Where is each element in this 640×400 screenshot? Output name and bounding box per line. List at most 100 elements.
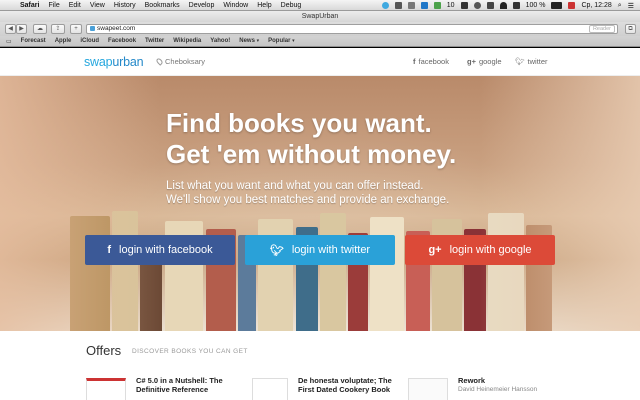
city-name: Cheboksary — [165, 57, 206, 66]
menu-history[interactable]: History — [114, 2, 136, 9]
hero-sub-line-2: We'll show you best matches and provide … — [166, 194, 450, 206]
window-title: SwapUrban — [301, 13, 339, 20]
facebook-icon: f — [413, 57, 416, 66]
site-header: swapurban Cheboksary f facebook g+ googl… — [0, 48, 640, 76]
login-facebook-button[interactable]: f login with facebook — [85, 235, 235, 265]
browser-toolbar: ◀ ▶ ☁ ⇪ + swapeet.com Reader ⧉ — [0, 22, 640, 36]
icloud-tabs-button[interactable]: ☁ — [33, 24, 47, 34]
header-google-link[interactable]: g+ google — [467, 57, 502, 66]
menu-app-safari[interactable]: Safari — [20, 2, 39, 9]
header-twitter-label: twitter — [527, 57, 548, 66]
window-title-bar: SwapUrban — [0, 11, 640, 22]
spotlight-icon[interactable]: ⌕ — [618, 2, 622, 10]
logo-part-urban: urban — [112, 55, 144, 69]
twitter-status-icon[interactable] — [381, 2, 389, 9]
offers-subtitle: DISCOVER BOOKS YOU CAN GET — [132, 348, 248, 355]
notification-counter[interactable]: 10 — [447, 2, 455, 9]
menu-view[interactable]: View — [90, 2, 105, 9]
book-author: David Heinemeier Hansson — [458, 386, 538, 393]
twitter-icon: 🐦︎ — [515, 57, 525, 66]
favorites-bar: ▭ Forecast Apple iCloud Facebook Twitter… — [0, 36, 640, 47]
wifi-icon[interactable] — [499, 2, 507, 9]
header-facebook-link[interactable]: f facebook — [413, 57, 449, 66]
favorite-icloud[interactable]: iCloud — [80, 38, 99, 44]
header-google-label: google — [478, 57, 502, 66]
header-facebook-label: facebook — [418, 57, 449, 66]
book-title[interactable]: Rework — [458, 376, 568, 385]
volume-icon[interactable] — [512, 2, 520, 9]
hero-title-line-2: Get 'em without money. — [166, 139, 457, 169]
menu-bookmarks[interactable]: Bookmarks — [145, 2, 180, 9]
header-twitter-link[interactable]: 🐦︎ twitter — [515, 57, 548, 66]
site-favicon-icon — [90, 26, 95, 31]
login-twitter-label: login with twitter — [291, 244, 371, 256]
display-icon[interactable] — [460, 2, 468, 9]
clock[interactable]: Сp, 12:28 — [581, 2, 611, 9]
bluetooth-icon[interactable] — [486, 2, 494, 9]
favorite-news[interactable]: News ▾ — [239, 38, 259, 44]
login-google-button[interactable]: g+ login with google — [405, 235, 555, 265]
favorite-forecast[interactable]: Forecast — [21, 38, 46, 44]
hero-section: Find books you want. Get 'em without mon… — [0, 76, 640, 331]
offers-title: Offers — [86, 343, 122, 358]
menu-edit[interactable]: Edit — [69, 2, 81, 9]
share-button[interactable]: ⇪ — [51, 24, 65, 34]
dropbox-icon[interactable] — [420, 2, 428, 9]
bookmarks-icon[interactable]: ▭ — [6, 38, 12, 45]
book-title[interactable]: C# 5.0 in a Nutshell: The Definitive Ref… — [136, 376, 246, 394]
status-area: 10 100 % Сp, 12:28 ⌕ ☰ — [381, 0, 634, 11]
favorite-facebook[interactable]: Facebook — [108, 38, 136, 44]
menu-file[interactable]: File — [48, 2, 59, 9]
address-bar[interactable]: swapeet.com Reader — [86, 24, 618, 34]
chevron-down-icon: ▾ — [292, 38, 295, 44]
hero-description: List what you want and what you can offe… — [166, 179, 449, 207]
menu-window[interactable]: Window — [223, 2, 248, 9]
favorite-news-label: News — [239, 38, 255, 44]
facebook-icon: f — [107, 244, 112, 256]
hero-sub-line-1: List what you want and what you can offe… — [166, 180, 424, 192]
book-cover[interactable] — [408, 378, 448, 400]
favorite-popular-label: Popular — [268, 38, 291, 44]
battery-icon[interactable] — [551, 2, 563, 9]
login-google-label: login with google — [449, 244, 532, 256]
logo-part-swap: swap — [84, 55, 113, 69]
hero-title-line-1: Find books you want. — [166, 108, 432, 138]
favorite-yahoo[interactable]: Yahoo! — [210, 38, 230, 44]
lightning-icon[interactable] — [394, 2, 402, 9]
address-text: swapeet.com — [97, 25, 136, 32]
time-machine-icon[interactable] — [473, 2, 481, 9]
chevron-down-icon: ▾ — [256, 38, 260, 44]
tag-icon[interactable] — [407, 2, 415, 9]
google-plus-icon: g+ — [467, 57, 476, 66]
forward-button[interactable]: ▶ — [16, 24, 27, 34]
location-pin-icon — [155, 57, 164, 66]
favorite-popular[interactable]: Popular ▾ — [268, 38, 295, 44]
google-plus-icon: g+ — [428, 244, 442, 256]
book-cover[interactable] — [86, 378, 126, 400]
city-selector[interactable]: Cheboksary — [155, 57, 206, 66]
site-logo[interactable]: swapurban — [84, 55, 144, 69]
favorite-wikipedia[interactable]: Wikipedia — [173, 38, 201, 44]
flag-icon[interactable] — [568, 2, 576, 9]
offers-section: Offers DISCOVER BOOKS YOU CAN GET C# 5.0… — [0, 331, 640, 400]
battery-percent[interactable]: 100 % — [526, 2, 546, 9]
notification-center-icon[interactable]: ☰ — [628, 2, 634, 10]
login-facebook-label: login with facebook — [119, 244, 213, 256]
book-cover[interactable] — [252, 378, 288, 400]
reader-button[interactable]: Reader — [588, 25, 615, 33]
web-page: swapurban Cheboksary f facebook g+ googl… — [0, 48, 640, 400]
favorite-twitter[interactable]: Twitter — [145, 38, 164, 44]
favorite-apple[interactable]: Apple — [55, 38, 72, 44]
login-twitter-button[interactable]: 🐦︎ login with twitter — [245, 235, 395, 265]
new-tab-button[interactable]: + — [70, 24, 82, 34]
book-title[interactable]: De honesta voluptate; The First Dated Co… — [298, 376, 408, 394]
hero-headline: Find books you want. Get 'em without mon… — [166, 108, 456, 170]
system-menu-bar: Safari File Edit View History Bookmarks … — [0, 0, 640, 11]
back-button[interactable]: ◀ — [5, 24, 16, 34]
sidebar-button[interactable]: ⧉ — [625, 24, 636, 34]
evernote-icon[interactable] — [433, 2, 441, 9]
twitter-icon: 🐦︎ — [269, 244, 284, 257]
menu-develop[interactable]: Develop — [189, 2, 215, 9]
menu-help[interactable]: Help — [257, 2, 271, 9]
menu-debug[interactable]: Debug — [281, 2, 302, 9]
